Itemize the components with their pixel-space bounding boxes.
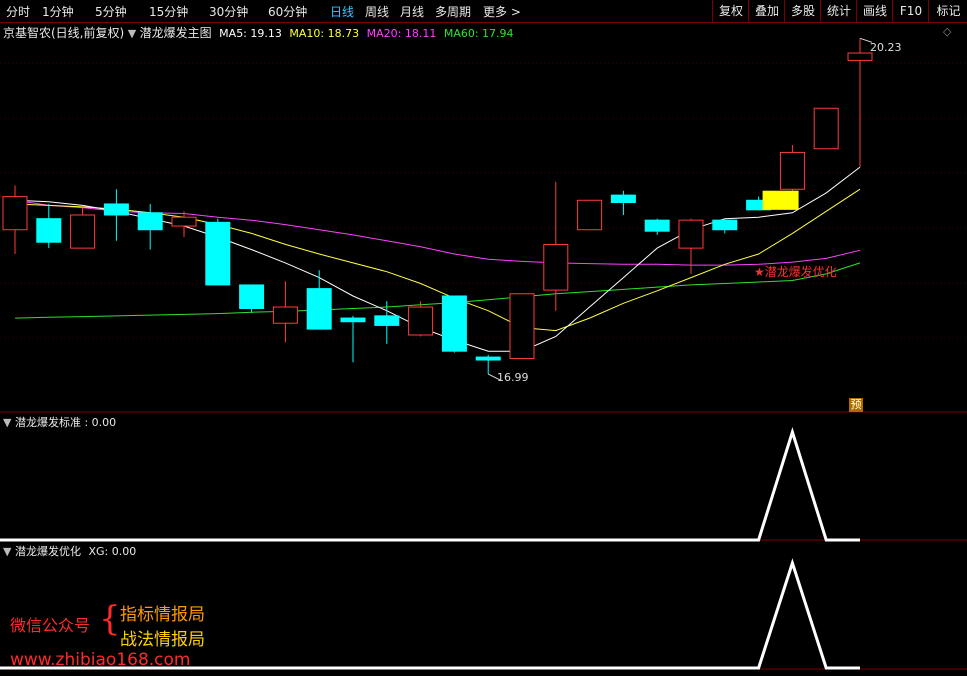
dropdown-circle-icon[interactable]: ▼ [3, 545, 11, 558]
candlesticks [2, 37, 873, 381]
candle-body [678, 219, 704, 249]
candle-body [813, 107, 839, 150]
candle-body [475, 356, 501, 361]
signal-label: ★潜龙爆发优化 [754, 264, 837, 279]
candle-body [712, 219, 738, 231]
candle-body [70, 214, 96, 249]
watermark-line-1: 指标情报局 [120, 605, 205, 625]
brace-icon: { [99, 599, 121, 639]
candle-body [272, 306, 298, 324]
pre-badge: 预 [849, 398, 863, 412]
candle-body [340, 317, 366, 323]
candle-body [610, 194, 636, 203]
sub-panel-2-title-row: ▼ 潜龙爆发优化 XG: 0.00 [3, 543, 136, 559]
ma20-line [14, 199, 861, 266]
xg-value-label: XG: 0.00 [88, 545, 137, 558]
candle-body [374, 315, 400, 326]
grid-lines [0, 62, 967, 670]
high-price-label: 20.23 [870, 41, 902, 54]
candle-body [137, 212, 163, 231]
candle-body [543, 243, 569, 291]
candle-body [36, 218, 62, 243]
moving-average-lines [14, 166, 861, 352]
chart-canvas: 20.23 16.99 ★潜龙爆发优化 [0, 37, 967, 670]
candle-body [644, 219, 670, 232]
candle-body [577, 199, 603, 231]
candle-body [306, 288, 332, 330]
candle-body [205, 221, 231, 286]
candle-body [847, 52, 873, 61]
sub-panel-2-title[interactable]: 潜龙爆发优化 [15, 545, 81, 558]
sub1-line [0, 426, 860, 542]
signal-bar-rect [762, 190, 799, 210]
candle-body [239, 284, 265, 309]
watermark-line-2: 战法情报局 [120, 630, 205, 650]
signal-bar [762, 190, 799, 210]
ma10-line [14, 188, 861, 332]
candle-body [408, 306, 434, 336]
sub-panel-1-line [0, 426, 860, 542]
candle-body [2, 196, 28, 231]
candle-body [103, 203, 129, 216]
candle-body [509, 293, 535, 360]
low-price-label: 16.99 [497, 371, 529, 384]
wechat-label: 微信公众号 [10, 616, 91, 635]
ma5-line [14, 166, 861, 352]
candle-body [171, 216, 197, 227]
watermark-url: www.zhibiao168.com [10, 650, 191, 670]
candle-body [779, 151, 805, 190]
sub-panel-1-title-row: ▼ 潜龙爆发标准 : 0.00 [3, 414, 116, 430]
dropdown-circle-icon[interactable]: ▼ [3, 416, 11, 429]
candle-body [441, 295, 467, 352]
sub-panel-1-title[interactable]: 潜龙爆发标准 : 0.00 [15, 416, 116, 429]
